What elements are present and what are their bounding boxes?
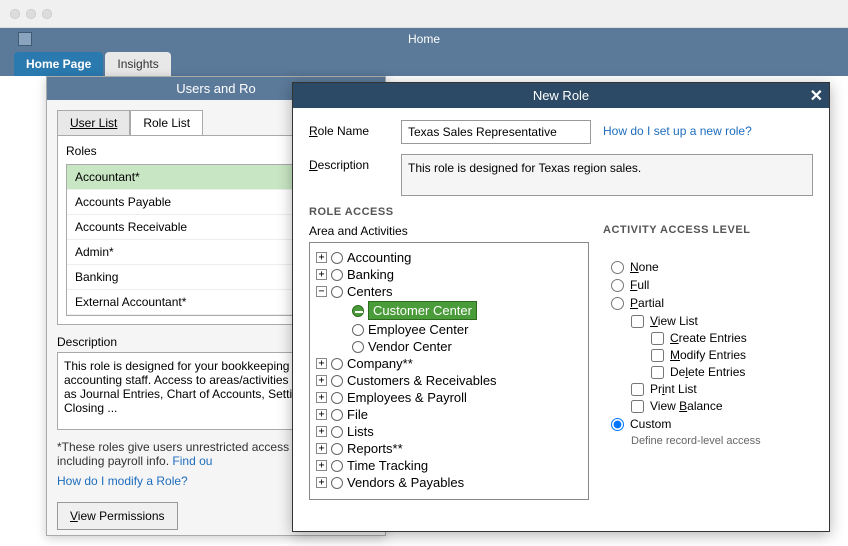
tree-node[interactable]: Customers & Receivables	[347, 373, 497, 388]
tree-node[interactable]: Time Tracking	[347, 458, 428, 473]
tree-node[interactable]: Lists	[347, 424, 374, 439]
cb-print-list[interactable]: Print List	[631, 382, 813, 396]
expand-icon[interactable]: +	[316, 477, 327, 488]
setup-role-link[interactable]: How do I set up a new role?	[603, 120, 752, 138]
expand-icon[interactable]: +	[316, 460, 327, 471]
description-input[interactable]: This role is designed for Texas region s…	[401, 154, 813, 196]
traffic-light-close[interactable]	[10, 9, 20, 19]
tree-node[interactable]: Vendors & Payables	[347, 475, 464, 490]
role-name-input[interactable]	[401, 120, 591, 144]
activities-tree: + Accounting + Banking − Centers Customer C…	[309, 242, 589, 500]
collapse-icon[interactable]: −	[316, 286, 327, 297]
cb-view-list[interactable]: View List	[631, 314, 813, 328]
description-box: This role is designed for your bookkeepi…	[57, 352, 325, 430]
cb-delete-entries[interactable]: Delete Entries	[651, 365, 813, 379]
tree-node[interactable]: Accounting	[347, 250, 411, 265]
tree-node[interactable]: File	[347, 407, 368, 422]
tree-node-customer-center[interactable]: Customer Center	[368, 301, 477, 320]
tab-home-page[interactable]: Home Page	[14, 52, 103, 76]
main-tabs: Home Page Insights	[0, 50, 848, 76]
circle-icon	[331, 443, 343, 455]
radio-none[interactable]: None	[611, 260, 813, 274]
circle-icon	[352, 341, 364, 353]
circle-icon	[331, 460, 343, 472]
circle-icon	[352, 324, 364, 336]
tree-node[interactable]: Employees & Payroll	[347, 390, 467, 405]
new-role-title-bar: New Role ✕	[293, 83, 829, 108]
circle-icon	[331, 252, 343, 264]
circle-icon	[331, 286, 343, 298]
find-out-link[interactable]: Find ou	[172, 454, 212, 468]
expand-icon[interactable]: +	[316, 409, 327, 420]
app-corner-icon	[18, 32, 32, 46]
expand-icon[interactable]: +	[316, 269, 327, 280]
tree-node[interactable]: Reports**	[347, 441, 403, 456]
cb-view-balance[interactable]: View Balance	[631, 399, 813, 413]
expand-icon[interactable]: +	[316, 443, 327, 454]
close-icon[interactable]: ✕	[810, 86, 823, 106]
view-permissions-button[interactable]: VView Permissionsiew Permissions	[57, 502, 178, 530]
traffic-light-max[interactable]	[42, 9, 52, 19]
new-role-dialog: New Role ✕ Role Name How do I set up a n…	[292, 82, 830, 532]
activity-access-level-header: ACTIVITY ACCESS LEVEL	[603, 224, 813, 236]
tree-node[interactable]: Centers	[347, 284, 393, 299]
radio-full[interactable]: Full	[611, 278, 813, 292]
tab-insights[interactable]: Insights	[105, 52, 170, 76]
window-chrome	[0, 0, 848, 28]
expand-icon[interactable]: +	[316, 392, 327, 403]
role-name-label: Role Name	[309, 120, 389, 138]
expand-icon[interactable]: +	[316, 358, 327, 369]
new-role-title: New Role	[533, 88, 589, 103]
circle-icon	[331, 269, 343, 281]
tree-node[interactable]: Company**	[347, 356, 413, 371]
custom-note: Define record-level access	[631, 435, 813, 447]
circle-icon	[331, 477, 343, 489]
tree-node[interactable]: Vendor Center	[368, 339, 452, 354]
circle-selected-icon	[352, 305, 364, 317]
traffic-light-min[interactable]	[26, 9, 36, 19]
app-title-bar: Home	[0, 28, 848, 50]
app-title: Home	[408, 32, 440, 46]
tab-role-list[interactable]: Role List	[130, 110, 203, 135]
circle-icon	[331, 392, 343, 404]
role-access-header: ROLE ACCESS	[309, 206, 813, 218]
radio-custom[interactable]: Custom	[611, 417, 813, 431]
description-label: Description	[57, 335, 325, 349]
radio-partial[interactable]: Partial	[611, 296, 813, 310]
circle-icon	[331, 409, 343, 421]
expand-icon[interactable]: +	[316, 426, 327, 437]
description-label: Description	[309, 154, 389, 172]
cb-modify-entries[interactable]: Modify Entries	[651, 348, 813, 362]
circle-icon	[331, 375, 343, 387]
expand-icon[interactable]: +	[316, 252, 327, 263]
circle-icon	[331, 426, 343, 438]
circle-icon	[331, 358, 343, 370]
tree-node[interactable]: Banking	[347, 267, 394, 282]
tree-node[interactable]: Employee Center	[368, 322, 468, 337]
area-activities-label: Area and Activities	[309, 224, 589, 238]
cb-create-entries[interactable]: Create Entries	[651, 331, 813, 345]
expand-icon[interactable]: +	[316, 375, 327, 386]
tab-user-list[interactable]: User List	[57, 110, 130, 135]
